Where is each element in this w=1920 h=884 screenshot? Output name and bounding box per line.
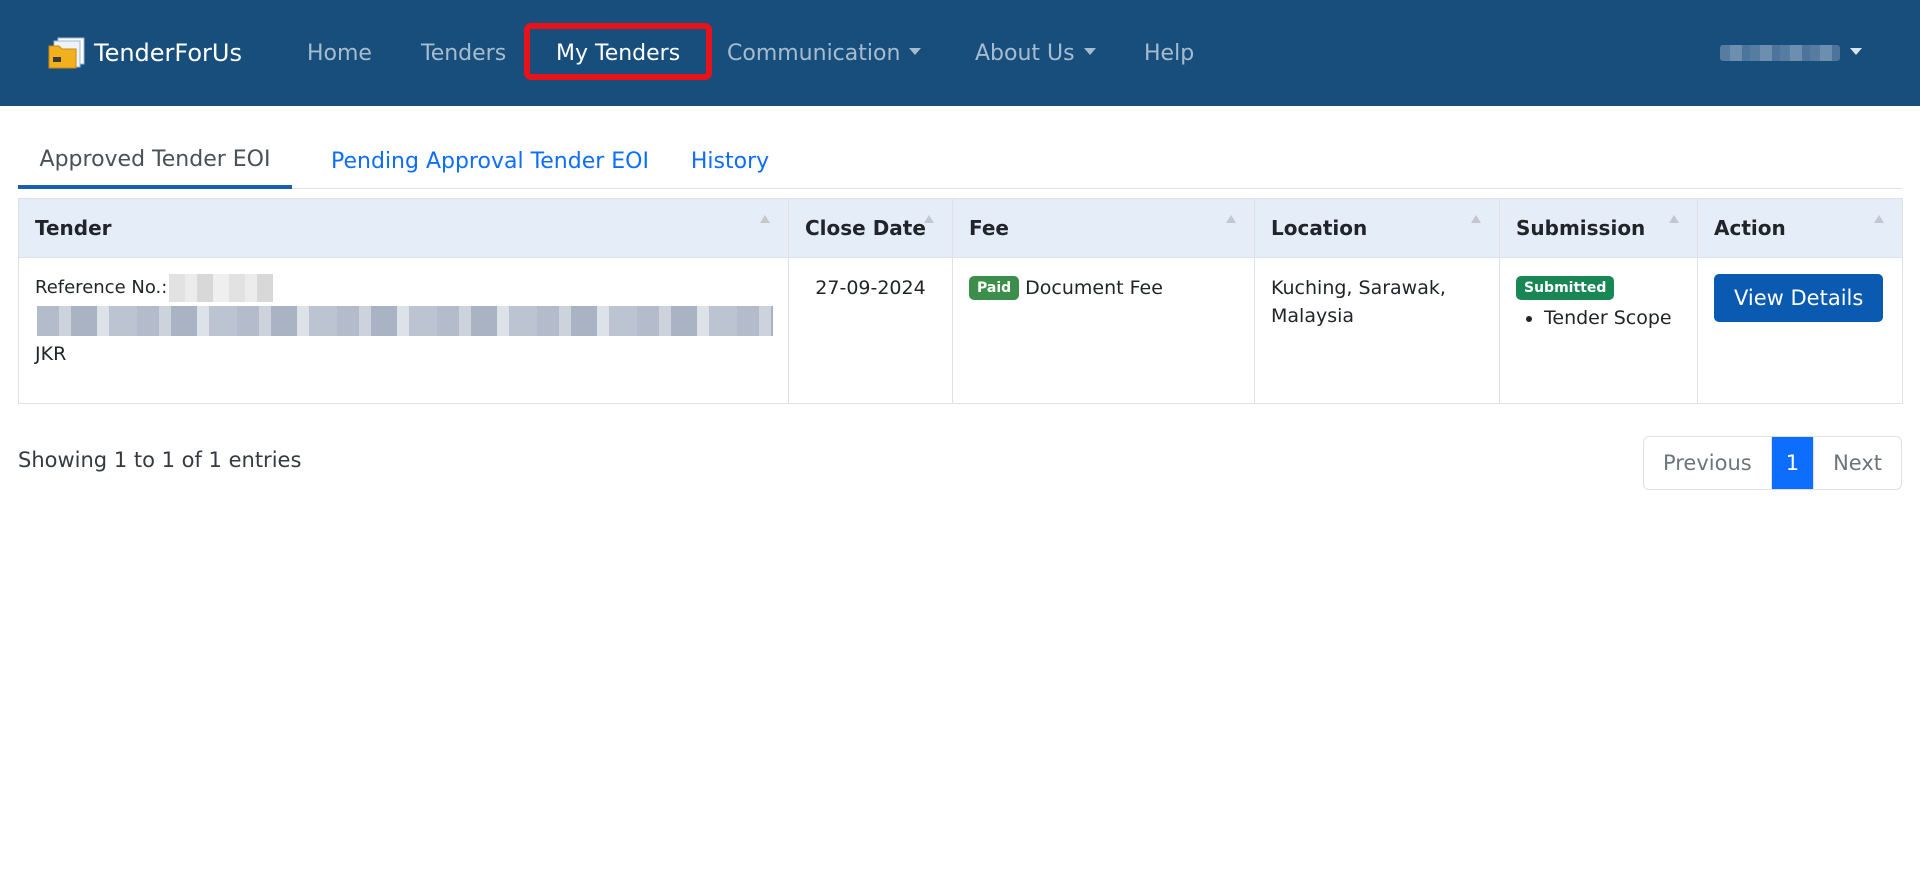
folders-logo-icon xyxy=(48,37,85,69)
redacted-reference-number xyxy=(169,274,274,302)
nav-help[interactable]: Help xyxy=(1144,0,1194,106)
page-1-button[interactable]: 1 xyxy=(1770,437,1814,489)
sort-icon xyxy=(1669,215,1679,223)
table-info: Showing 1 to 1 of 1 entries xyxy=(18,448,302,472)
fee-cell: Paid Document Fee xyxy=(952,257,1255,404)
tab-approved-tender-eoi[interactable]: Approved Tender EOI xyxy=(18,134,292,189)
nav-tenders[interactable]: Tenders xyxy=(421,0,506,106)
action-cell: View Details xyxy=(1697,257,1903,404)
nav-communication-label: Communication xyxy=(727,40,901,66)
nav-communication-dropdown[interactable]: Communication xyxy=(727,0,922,106)
sort-icon xyxy=(924,215,934,223)
column-header-submission[interactable]: Submission xyxy=(1499,198,1698,258)
close-date-cell: 27-09-2024 xyxy=(788,257,953,404)
paid-badge: Paid xyxy=(969,276,1020,300)
sort-icon xyxy=(760,215,770,223)
user-menu-dropdown[interactable] xyxy=(1720,0,1862,106)
submission-list: Tender Scope xyxy=(1516,304,1681,332)
nav-about-us-dropdown[interactable]: About Us xyxy=(975,0,1096,106)
table-header-row: Tender Close Date Fee Location Submissio… xyxy=(18,198,1903,258)
location-cell: Kuching, Sarawak, Malaysia xyxy=(1254,257,1500,404)
top-navbar: TenderForUs Home Tenders My Tenders Comm… xyxy=(0,0,1920,106)
reference-line: Reference No.: xyxy=(35,274,772,302)
table-row: Reference No.: JKR 27-09-2024 Paid Docume… xyxy=(18,257,1903,404)
tender-cell: Reference No.: JKR xyxy=(18,257,789,404)
tab-history[interactable]: History xyxy=(674,134,786,188)
column-header-fee[interactable]: Fee xyxy=(952,198,1255,258)
nav-home[interactable]: Home xyxy=(307,0,372,106)
brand[interactable]: TenderForUs xyxy=(48,0,242,106)
previous-page-button[interactable]: Previous xyxy=(1644,437,1771,489)
tender-tabs: Approved Tender EOI Pending Approval Ten… xyxy=(18,134,1902,189)
sort-icon xyxy=(1471,215,1481,223)
fee-text: Document Fee xyxy=(1025,277,1163,299)
column-header-location[interactable]: Location xyxy=(1254,198,1500,258)
submission-cell: Submitted Tender Scope xyxy=(1499,257,1698,404)
submission-item: Tender Scope xyxy=(1544,304,1681,332)
tender-agency: JKR xyxy=(35,343,67,365)
column-header-action[interactable]: Action xyxy=(1697,198,1903,258)
column-header-close-date[interactable]: Close Date xyxy=(788,198,953,258)
nav-my-tenders[interactable]: My Tenders xyxy=(556,0,680,106)
redacted-username xyxy=(1720,45,1840,61)
brand-name: TenderForUs xyxy=(94,39,242,67)
pagination: Previous 1 Next xyxy=(1642,436,1902,490)
column-header-tender[interactable]: Tender xyxy=(18,198,789,258)
tab-pending-approval-tender-eoi[interactable]: Pending Approval Tender EOI xyxy=(316,134,664,188)
sort-icon xyxy=(1874,215,1884,223)
tenders-table: Tender Close Date Fee Location Submissio… xyxy=(18,198,1903,404)
next-page-button[interactable]: Next xyxy=(1813,437,1901,489)
sort-icon xyxy=(1226,215,1236,223)
view-details-button[interactable]: View Details xyxy=(1714,274,1884,322)
submitted-badge: Submitted xyxy=(1516,276,1615,300)
redacted-tender-title xyxy=(37,306,773,336)
caret-down-icon xyxy=(1850,47,1862,55)
reference-label: Reference No.: xyxy=(35,277,168,298)
caret-down-icon xyxy=(1083,47,1096,55)
caret-down-icon xyxy=(909,47,922,55)
nav-about-us-label: About Us xyxy=(975,40,1075,66)
